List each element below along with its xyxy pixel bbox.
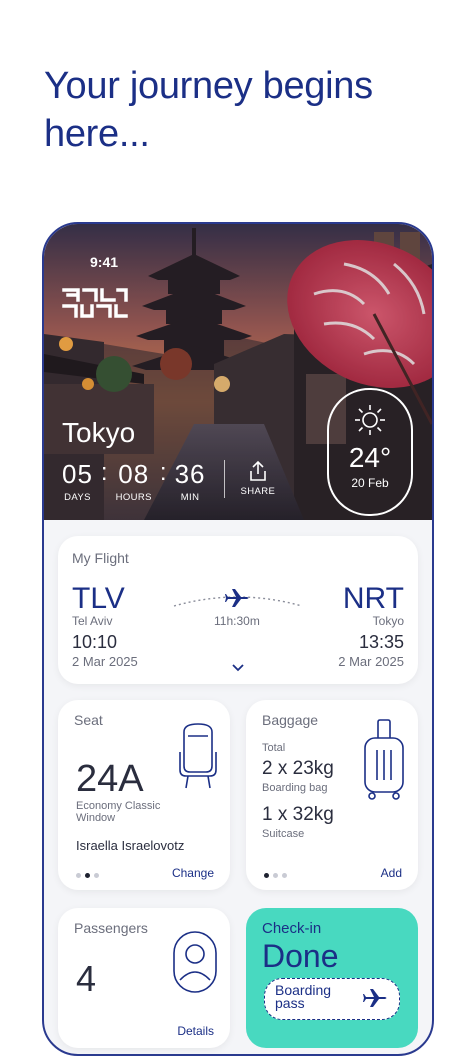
destination-code: NRT [342, 582, 404, 615]
countdown: 05 DAYS : 08 HOURS : 36 MIN SHARE [62, 459, 276, 504]
checkin-status: Done [262, 938, 339, 974]
flight-path [173, 589, 303, 607]
card-title: Seat [74, 712, 103, 728]
page-dot[interactable] [85, 873, 90, 878]
seat-class: Economy Classic Window [76, 800, 186, 824]
boarding-bag-label: Boarding bag [262, 782, 328, 794]
share-icon [250, 460, 266, 481]
pagination-dots [76, 873, 99, 878]
headline: Your journey begins here... [44, 65, 373, 155]
arrival-time: 13:35 [358, 632, 404, 652]
countdown-days: 05 DAYS [62, 460, 93, 503]
page-dot[interactable] [273, 873, 278, 878]
suitcase-allowance: 1 x 32kg [262, 804, 334, 825]
change-seat-link[interactable]: Change [172, 866, 214, 880]
page-dot[interactable] [264, 873, 269, 878]
card-title: Baggage [262, 712, 319, 728]
countdown-divider [223, 460, 225, 498]
destination-city: Tokyo [62, 417, 136, 448]
destination-hero: 9:41 Tokyo 05 DAYS : 08 HOURS: 36 MIN S… [44, 224, 432, 520]
card-title: Check-in [262, 920, 322, 937]
card-title: Passengers [74, 920, 148, 936]
countdown-hours-value: 08 [118, 459, 150, 489]
plane-icon [363, 989, 387, 1007]
origin-code: TLV [72, 582, 125, 615]
seat-position: Window [76, 812, 116, 824]
countdown-separator: : [159, 459, 167, 486]
passenger-details-link[interactable]: Details [177, 1024, 214, 1038]
share-button[interactable]: SHARE [241, 460, 276, 497]
arrival-date: 2 Mar 2025 [338, 654, 404, 669]
checkin-card[interactable]: Check-in Done Boarding pass [246, 908, 418, 1048]
countdown-hours: 08 HOURS [116, 460, 152, 503]
sun-icon [355, 405, 385, 435]
page-dot[interactable] [76, 873, 81, 878]
departure-time: 10:10 [72, 632, 118, 652]
suitcase-label: Suitcase [262, 828, 305, 840]
my-flight-card[interactable]: My Flight TLV Tel Aviv 10:10 2 Mar 2025 … [58, 536, 418, 684]
weather-date: 20 Feb [351, 476, 389, 490]
phone-frame: 9:41 Tokyo 05 DAYS : 08 HOURS: 36 MIN S… [42, 222, 434, 1056]
destination-city-name: Tokyo [372, 614, 404, 628]
passenger-name: Israella Israelovotz [76, 838, 185, 853]
add-baggage-link[interactable]: Add [381, 866, 402, 880]
pagination-dots [264, 873, 287, 878]
boarding-pass-label: Boarding pass [275, 982, 332, 1011]
countdown-minutes-value: 36 [174, 459, 206, 489]
countdown-minutes: 36 MIN [175, 460, 206, 503]
countdown-minutes-label: MIN [180, 492, 200, 503]
passengers-card[interactable]: Passengers 4 Details [58, 908, 230, 1048]
page-dot[interactable] [94, 873, 99, 878]
baggage-total-label: Total [262, 742, 286, 754]
weather-badge: 24° 20 Feb [327, 388, 413, 516]
chevron-down-icon[interactable] [232, 664, 244, 672]
share-label: SHARE [240, 486, 276, 497]
card-title: My Flight [72, 550, 129, 566]
seat-icon [179, 723, 217, 789]
boarding-bag-allowance: 2 x 23kg [262, 758, 334, 779]
countdown-hours-label: HOURS [115, 492, 152, 503]
departure-date: 2 Mar 2025 [72, 654, 138, 669]
countdown-days-value: 05 [62, 459, 93, 489]
countdown-days-label: DAYS [64, 492, 91, 503]
seat-class-line: Economy Classic [76, 800, 161, 812]
passenger-count: 4 [76, 958, 97, 999]
temperature: 24° [348, 442, 392, 473]
flight-duration: 11h:30m [214, 614, 260, 628]
seat-number: 24A [76, 758, 144, 800]
page-dot[interactable] [282, 873, 287, 878]
plane-icon [225, 589, 249, 607]
suitcase-icon [364, 719, 404, 800]
seat-card[interactable]: Seat 24A Economy Classic Window Israella… [58, 700, 230, 890]
origin-city: Tel Aviv [72, 614, 113, 628]
passenger-icon [173, 931, 217, 993]
boarding-pass-button[interactable]: Boarding pass [264, 978, 400, 1020]
countdown-separator: : [100, 459, 108, 486]
status-bar-time: 9:41 [90, 254, 119, 270]
baggage-card[interactable]: Baggage Total 2 x 23kg Boarding bag 1 x … [246, 700, 418, 890]
elal-logo [62, 288, 128, 318]
